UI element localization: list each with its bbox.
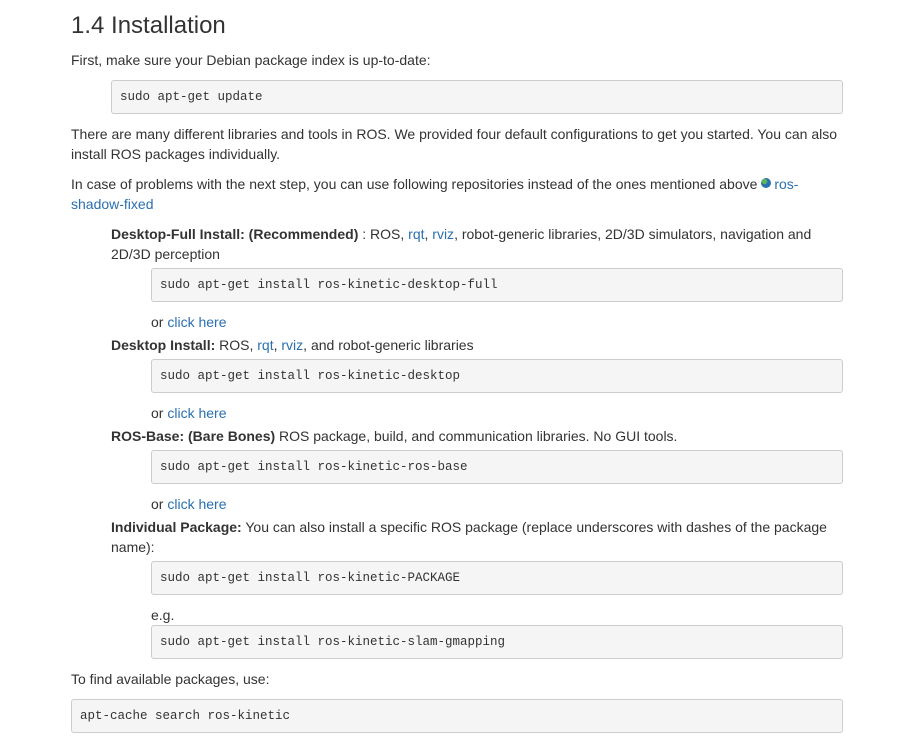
code-block-individual[interactable]: sudo apt-get install ros-kinetic-PACKAGE [151, 561, 843, 595]
or-text: or [151, 405, 168, 421]
rviz-link[interactable]: rviz [281, 337, 303, 353]
individual-description: Individual Package: You can also install… [111, 517, 841, 557]
code-block-search[interactable]: apt-cache search ros-kinetic [71, 699, 843, 733]
section-heading: 1.4 Installation [71, 12, 226, 39]
ros-base-label: ROS-Base: (Bare Bones) [111, 428, 276, 444]
rqt-link[interactable]: rqt [408, 226, 424, 242]
desktop-full-label: Desktop-Full Install: (Recommended) [111, 226, 359, 242]
desktop-pre: ROS, [215, 337, 258, 353]
repos-text: In case of problems with the next step, … [71, 176, 758, 192]
ros-base-click-here-link[interactable]: click here [167, 496, 226, 512]
desktop-description: Desktop Install: ROS, rqt, rviz, and rob… [111, 337, 474, 353]
desktop-full-click-here-link[interactable]: click here [167, 314, 226, 330]
repos-paragraph: In case of problems with the next step, … [71, 174, 811, 214]
desktop-full-description: Desktop-Full Install: (Recommended) : RO… [111, 226, 812, 262]
intro-text: First, make sure your Debian package ind… [71, 52, 431, 68]
find-packages-text: To find available packages, use: [71, 671, 270, 687]
code-block-ros-base[interactable]: sudo apt-get install ros-kinetic-ros-bas… [151, 450, 843, 484]
desktop-alt: or click here [151, 403, 226, 423]
or-text: or [151, 496, 168, 512]
individual-label: Individual Package: [111, 519, 242, 535]
rqt-link[interactable]: rqt [257, 337, 273, 353]
ros-base-post: ROS package, build, and communication li… [275, 428, 678, 444]
ros-base-description: ROS-Base: (Bare Bones) ROS package, buil… [111, 426, 677, 446]
globe-icon [761, 178, 772, 188]
desktop-click-here-link[interactable]: click here [167, 405, 226, 421]
or-text: or [151, 314, 168, 330]
desktop-full-pre: : ROS, [358, 226, 409, 242]
code-block-example[interactable]: sudo apt-get install ros-kinetic-slam-gm… [151, 625, 843, 659]
ros-base-alt: or click here [151, 494, 226, 514]
desktop-post: , and robot-generic libraries [303, 337, 474, 353]
rviz-link[interactable]: rviz [432, 226, 454, 242]
code-block-desktop-full[interactable]: sudo apt-get install ros-kinetic-desktop… [151, 268, 843, 302]
desktop-full-alt: or click here [151, 312, 226, 332]
desktop-label: Desktop Install: [111, 337, 216, 353]
code-block-desktop[interactable]: sudo apt-get install ros-kinetic-desktop [151, 359, 843, 393]
code-block-update[interactable]: sudo apt-get update [111, 80, 843, 114]
eg-text: e.g. [151, 607, 175, 623]
configs-paragraph: There are many different libraries and t… [71, 126, 838, 162]
